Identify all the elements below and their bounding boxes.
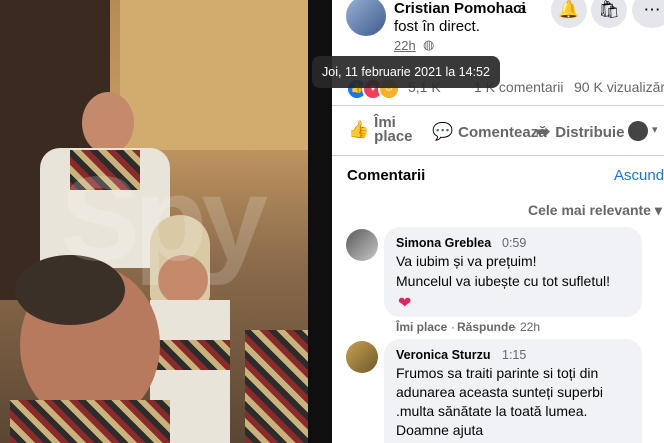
comment-timestamp[interactable]: 1:15	[502, 348, 526, 362]
heart-emoji: ❤	[398, 295, 412, 312]
comment-filter-label: Cele mai relevante	[528, 202, 651, 218]
chevron-down-icon: ▾	[654, 202, 662, 218]
share-audience-avatar[interactable]	[628, 121, 648, 141]
separator	[332, 105, 664, 106]
comment-text-line: adunarea aceasta sunteți superbi	[396, 384, 604, 400]
comments-title: Comentarii	[347, 167, 426, 184]
comment-text-line: Frumos sa traiti parinte si toți din	[396, 365, 599, 381]
video-embroidery-2	[150, 340, 230, 370]
commenter-avatar[interactable]	[346, 341, 378, 373]
post-time[interactable]: 22h	[394, 38, 416, 53]
comment-icon: 💬	[432, 122, 454, 141]
like-thumb-icon: 👍	[348, 120, 370, 139]
more-icon[interactable]: ⋯	[632, 0, 664, 28]
comment-text-line: .multa sănătate la toată lumea.	[396, 403, 588, 419]
like-label-line2: place	[374, 128, 413, 145]
comment-text-line: Muncelul va iubește cu tot sufletul!	[396, 273, 611, 289]
messenger-icon[interactable]: 🛍	[591, 0, 627, 28]
like-button[interactable]: 👍 Îmi place	[348, 115, 413, 145]
video-person-priest-head	[82, 92, 134, 154]
comment-like-link[interactable]: Îmi place	[396, 320, 447, 334]
video-watermark: Spy	[60, 152, 268, 286]
commenter-avatar[interactable]	[346, 229, 378, 261]
author-verb-line2: fost în direct.	[394, 18, 480, 35]
comment-text-line: Va iubim și va prețuim!	[396, 253, 537, 269]
comment-reply-link[interactable]: Răspunde	[457, 320, 515, 334]
chevron-down-icon[interactable]: ▾	[652, 123, 658, 136]
author-verb: a	[518, 0, 527, 17]
bell-icon[interactable]: 🔔	[551, 0, 587, 28]
share-icon: ➦	[536, 122, 551, 141]
hide-comments-link[interactable]: Ascunde	[614, 167, 664, 184]
comment-text-line: Doamne ajuta	[396, 422, 484, 438]
comment-timestamp[interactable]: 0:59	[502, 236, 526, 250]
video-embroidery-3	[10, 400, 170, 443]
author-name[interactable]: Cristian Pomohaci	[394, 0, 526, 17]
video-background-wall	[120, 0, 308, 150]
author-avatar[interactable]	[346, 0, 386, 36]
comment-button[interactable]: 💬 Comentează	[432, 122, 547, 142]
separator	[332, 155, 664, 156]
dot-separator: ·	[451, 320, 455, 334]
dot-separator: ·	[513, 320, 517, 334]
comment-age[interactable]: 22h	[520, 320, 540, 334]
video-player[interactable]: Spy	[0, 0, 308, 443]
commenter-name[interactable]: Simona Greblea	[396, 236, 491, 250]
share-label: Distribuie	[555, 123, 625, 141]
commenter-name[interactable]: Veronica Sturzu	[396, 348, 490, 362]
comment-filter[interactable]: Cele mai relevante ▾	[528, 202, 662, 219]
share-button[interactable]: ➦ Distribuie	[536, 122, 624, 142]
comment-label: Comentează	[458, 123, 547, 141]
timestamp-tooltip: Joi, 11 februarie 2021 la 14:52	[312, 56, 500, 88]
video-textile	[245, 330, 308, 443]
globe-icon: ◍	[423, 37, 435, 52]
views-count[interactable]: 90 K vizualizări	[574, 79, 664, 95]
